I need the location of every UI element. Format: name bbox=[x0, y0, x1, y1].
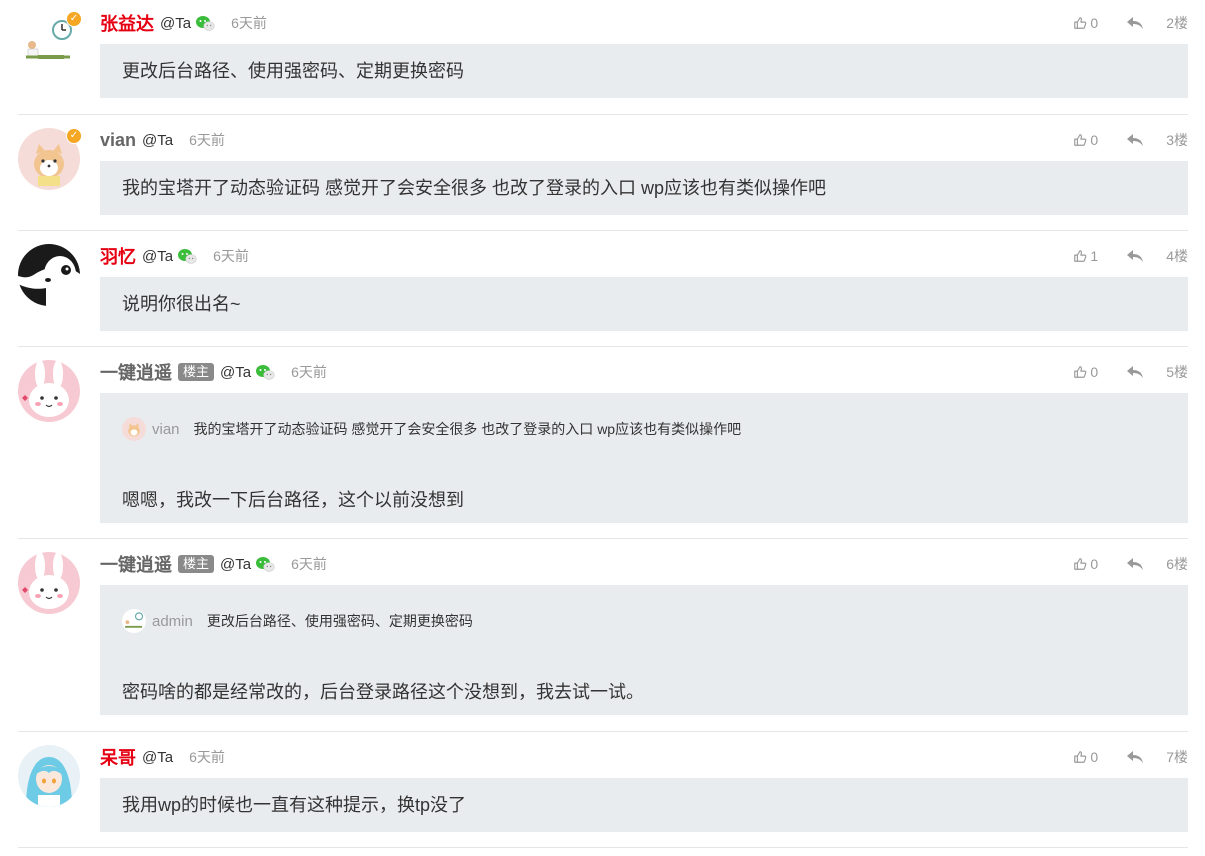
panda-avatar[interactable] bbox=[18, 244, 80, 306]
comment-body: 说明你很出名~ bbox=[100, 277, 1188, 331]
like-button[interactable]: 0 bbox=[1073, 132, 1098, 148]
comment-time: 6天前 bbox=[291, 364, 327, 380]
thumbs-up-icon bbox=[1073, 557, 1087, 571]
comment-item: 一键逍遥 楼主 @Ta 6天前 0 6楼 admin 更改后台路径、使用强密码、… bbox=[18, 552, 1188, 732]
comment-body: vian 我的宝塔开了动态验证码 感觉开了会安全很多 也改了登录的入口 wp应该… bbox=[100, 393, 1188, 523]
comment-time: 6天前 bbox=[291, 556, 327, 572]
like-button[interactable]: 0 bbox=[1073, 364, 1098, 380]
floor-number: 7楼 bbox=[1166, 749, 1188, 765]
like-button[interactable]: 0 bbox=[1073, 556, 1098, 572]
floor-number: 5楼 bbox=[1166, 364, 1188, 380]
comment-item: 羽忆 @Ta 6天前 1 4楼 说明你很出名~ bbox=[18, 244, 1188, 347]
comment-item: ✓ vian @Ta 6天前 0 3楼 我的宝塔开了动态验证码 感觉开了会安全很… bbox=[18, 128, 1188, 231]
thumbs-up-icon bbox=[1073, 16, 1087, 30]
like-count: 0 bbox=[1090, 364, 1099, 380]
like-button[interactable]: 0 bbox=[1073, 15, 1098, 31]
person-clock-avatar bbox=[122, 609, 146, 633]
wechat-icon bbox=[177, 248, 197, 264]
reply-button[interactable] bbox=[1126, 750, 1144, 764]
comment-time: 6天前 bbox=[231, 15, 267, 31]
comment-body: admin 更改后台路径、使用强密码、定期更换密码 密码啥的都是经常改的，后台登… bbox=[100, 585, 1188, 715]
comment-body: 我的宝塔开了动态验证码 感觉开了会安全很多 也改了登录的入口 wp应该也有类似操… bbox=[100, 161, 1188, 215]
like-button[interactable]: 1 bbox=[1073, 248, 1098, 264]
reply-button[interactable] bbox=[1126, 16, 1144, 30]
comment-author[interactable]: 一键逍遥 bbox=[100, 551, 172, 577]
like-count: 0 bbox=[1090, 15, 1099, 31]
mention-link[interactable]: @Ta bbox=[220, 364, 251, 381]
floor-number: 3楼 bbox=[1166, 132, 1188, 148]
reply-arrow-icon bbox=[1126, 16, 1144, 30]
comment-author[interactable]: 呆哥 bbox=[100, 744, 136, 770]
wechat-icon bbox=[255, 364, 275, 380]
op-tag: 楼主 bbox=[178, 555, 215, 573]
comment-item: 一键逍遥 楼主 @Ta 6天前 0 5楼 vian 我的宝塔开了动态验证码 感觉… bbox=[18, 360, 1188, 539]
comment-item: ✓ 张益达 @Ta 6天前 0 2楼 更改后台路径、使用强密码、定期更换密码 bbox=[18, 11, 1188, 115]
comment-author[interactable]: vian bbox=[100, 130, 136, 151]
floor-number: 2楼 bbox=[1166, 15, 1188, 31]
like-count: 1 bbox=[1090, 248, 1099, 264]
comment-content: 密码啥的都是经常改的，后台登录路径这个没想到，我去试一试。 bbox=[122, 682, 644, 702]
like-count: 0 bbox=[1090, 749, 1099, 765]
comment-item: 呆哥 @Ta 6天前 0 7楼 我用wp的时候也一直有这种提示，换tp没了 bbox=[18, 745, 1188, 848]
thumbs-up-icon bbox=[1073, 133, 1087, 147]
comment-content: 嗯嗯，我改一下后台路径，这个以前没想到 bbox=[122, 490, 464, 510]
comment-content: 我用wp的时候也一直有这种提示，换tp没了 bbox=[122, 795, 467, 815]
op-tag: 楼主 bbox=[178, 363, 215, 381]
mention-link[interactable]: @Ta bbox=[160, 15, 191, 32]
verified-badge-icon: ✓ bbox=[66, 11, 82, 27]
anime-girl-avatar[interactable] bbox=[18, 745, 80, 807]
reply-arrow-icon bbox=[1126, 557, 1144, 571]
comment-time: 6天前 bbox=[213, 248, 249, 264]
comment-author[interactable]: 一键逍遥 bbox=[100, 359, 172, 385]
thumbs-up-icon bbox=[1073, 750, 1087, 764]
reply-button[interactable] bbox=[1126, 249, 1144, 263]
reply-arrow-icon bbox=[1126, 249, 1144, 263]
comment-body: 我用wp的时候也一直有这种提示，换tp没了 bbox=[100, 778, 1188, 832]
comment-author[interactable]: 羽忆 bbox=[100, 243, 136, 269]
reply-arrow-icon bbox=[1126, 750, 1144, 764]
reply-button[interactable] bbox=[1126, 365, 1144, 379]
like-count: 0 bbox=[1090, 132, 1099, 148]
quoted-reply: admin 更改后台路径、使用强密码、定期更换密码 bbox=[100, 609, 473, 633]
verified-badge-icon: ✓ bbox=[66, 128, 82, 144]
reply-button[interactable] bbox=[1126, 133, 1144, 147]
quoted-reply: vian 我的宝塔开了动态验证码 感觉开了会安全很多 也改了登录的入口 wp应该… bbox=[100, 417, 741, 441]
comment-time: 6天前 bbox=[189, 749, 225, 765]
mention-link[interactable]: @Ta bbox=[142, 749, 173, 766]
floor-number: 4楼 bbox=[1166, 248, 1188, 264]
comment-time: 6天前 bbox=[189, 132, 225, 148]
mention-link[interactable]: @Ta bbox=[142, 248, 173, 265]
comment-content: 更改后台路径、使用强密码、定期更换密码 bbox=[122, 61, 464, 81]
mention-link[interactable]: @Ta bbox=[142, 132, 173, 149]
quoted-author[interactable]: vian bbox=[152, 421, 180, 438]
quoted-author[interactable]: admin bbox=[152, 613, 193, 630]
thumbs-up-icon bbox=[1073, 365, 1087, 379]
wechat-icon bbox=[195, 15, 215, 31]
comment-body: 更改后台路径、使用强密码、定期更换密码 bbox=[100, 44, 1188, 98]
wechat-icon bbox=[255, 556, 275, 572]
quoted-text: 我的宝塔开了动态验证码 感觉开了会安全很多 也改了登录的入口 wp应该也有类似操… bbox=[193, 421, 742, 437]
reply-arrow-icon bbox=[1126, 133, 1144, 147]
comment-author[interactable]: 张益达 bbox=[100, 10, 154, 36]
bunny-avatar[interactable] bbox=[18, 360, 80, 422]
shiba-dog-avatar bbox=[122, 417, 146, 441]
floor-number: 6楼 bbox=[1166, 556, 1188, 572]
mention-link[interactable]: @Ta bbox=[220, 556, 251, 573]
reply-button[interactable] bbox=[1126, 557, 1144, 571]
reply-arrow-icon bbox=[1126, 365, 1144, 379]
quoted-text: 更改后台路径、使用强密码、定期更换密码 bbox=[206, 613, 473, 629]
bunny-avatar[interactable] bbox=[18, 552, 80, 614]
comment-content: 我的宝塔开了动态验证码 感觉开了会安全很多 也改了登录的入口 wp应该也有类似操… bbox=[122, 178, 827, 198]
thumbs-up-icon bbox=[1073, 249, 1087, 263]
like-button[interactable]: 0 bbox=[1073, 749, 1098, 765]
comment-content: 说明你很出名~ bbox=[122, 294, 241, 314]
like-count: 0 bbox=[1090, 556, 1099, 572]
